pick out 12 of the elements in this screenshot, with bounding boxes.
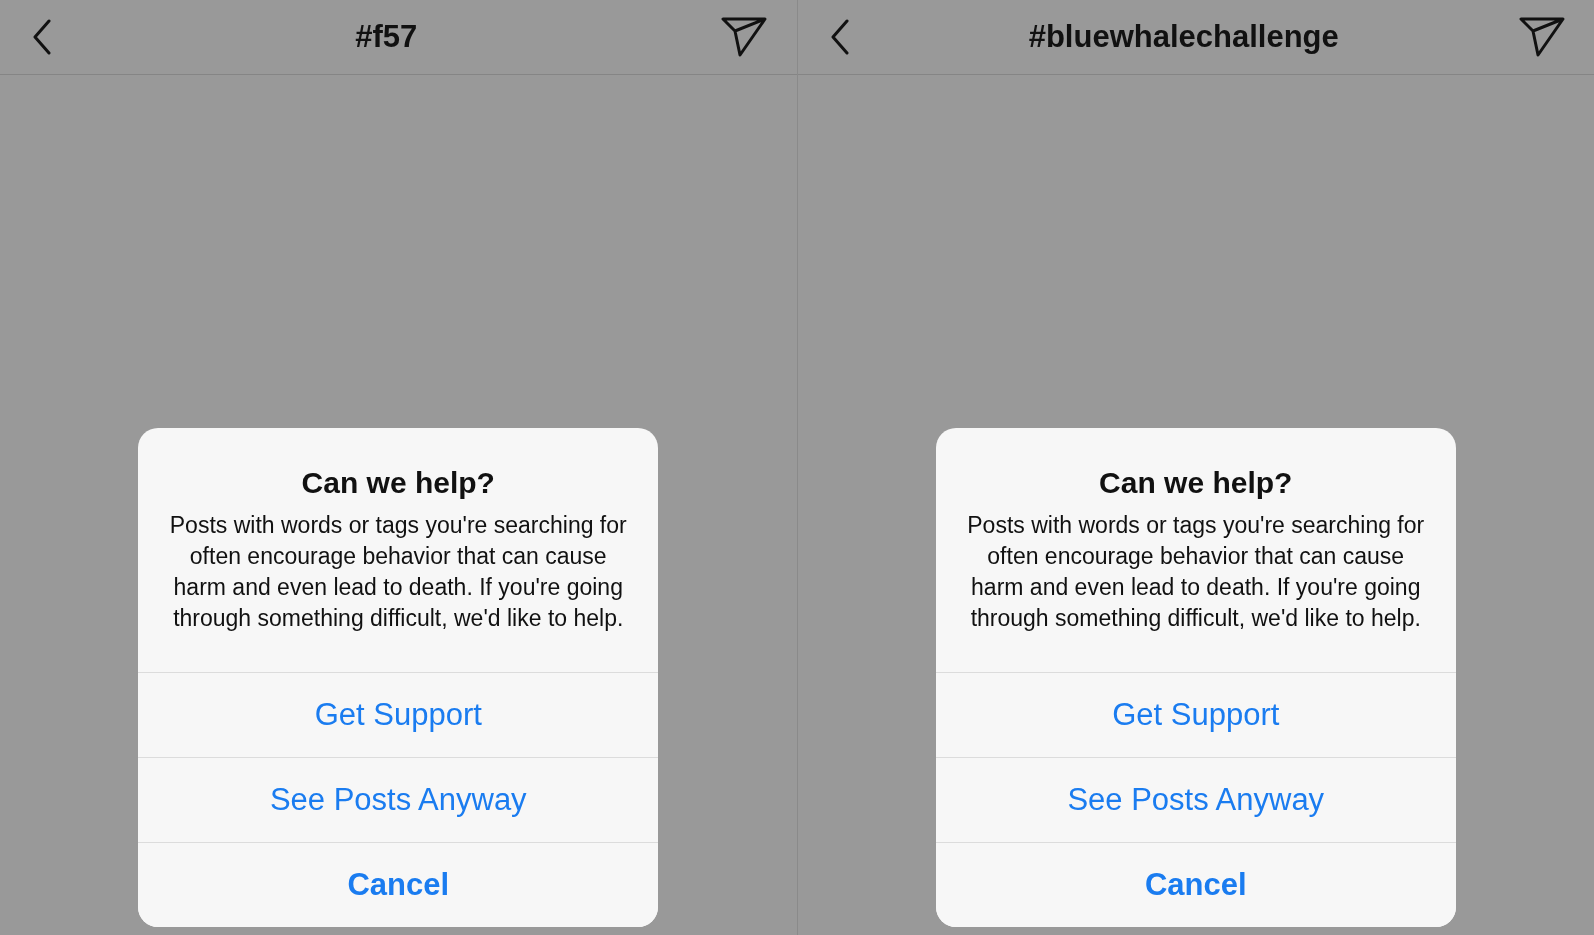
dialog-message: Posts with words or tags you're searching for often encourage behavior that can cause harm and even lead to death. If you're going through something difficult, we'd like to help. — [966, 511, 1426, 633]
dialog-title: Can we help? — [1098, 466, 1294, 500]
cancel-button[interactable]: Cancel — [138, 842, 659, 927]
back-icon[interactable] — [829, 19, 850, 55]
dialog-title: Can we help? — [300, 466, 496, 500]
header-title: #bluewhalechallenge — [1028, 19, 1339, 55]
paper-plane-icon[interactable] — [720, 15, 769, 59]
header-title: #f57 — [355, 19, 418, 55]
back-icon[interactable] — [32, 19, 52, 55]
dialog-message: Posts with words or tags you're searching for often encourage behavior that can cause harm and even lead to death. If you're going through something difficult, we'd like to help. — [168, 511, 628, 633]
paper-plane-icon[interactable] — [1518, 15, 1566, 59]
cancel-button[interactable]: Cancel — [935, 842, 1456, 927]
